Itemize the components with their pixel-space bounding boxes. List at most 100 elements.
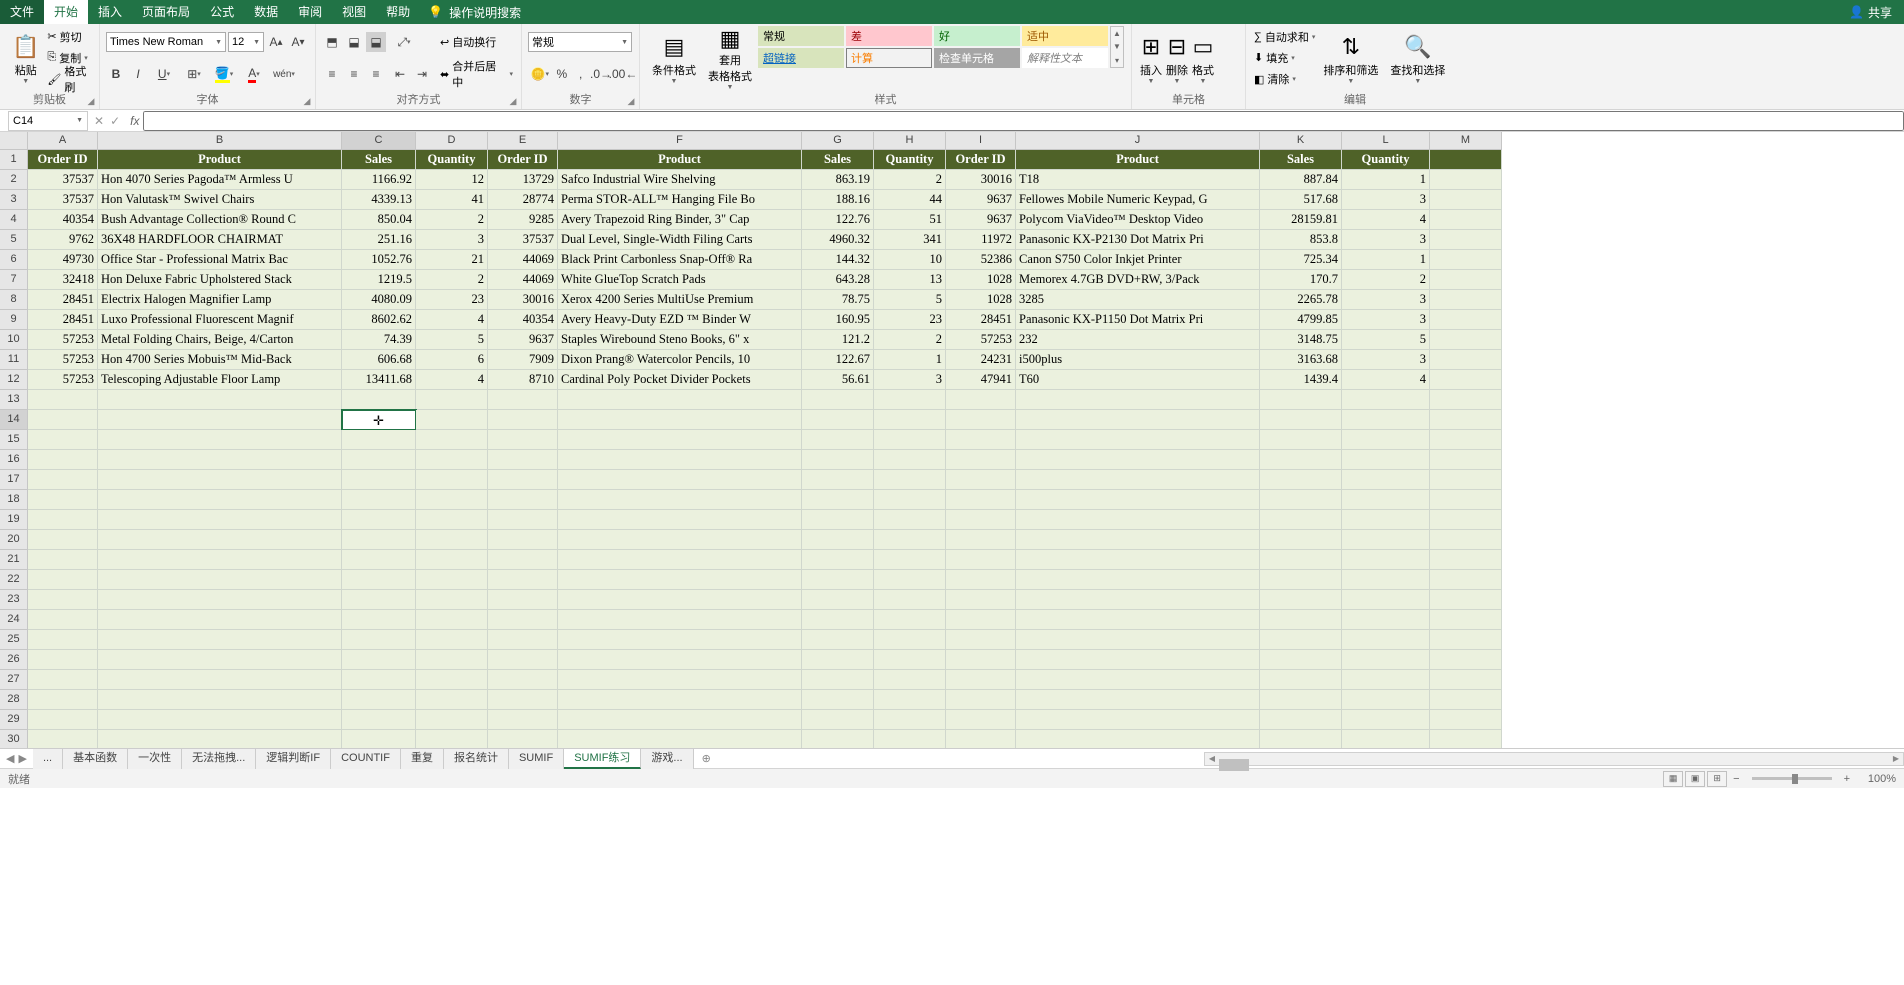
cell-L1[interactable]: Quantity [1342,150,1430,170]
cell-E17[interactable] [488,470,558,490]
cell-L23[interactable] [1342,590,1430,610]
cell-I6[interactable]: 52386 [946,250,1016,270]
cell-J11[interactable]: i500plus [1016,350,1260,370]
cell-K21[interactable] [1260,550,1342,570]
cell-C18[interactable] [342,490,416,510]
scroll-left-button[interactable]: ◀ [1205,754,1219,763]
cell-D1[interactable]: Quantity [416,150,488,170]
cell-E27[interactable] [488,670,558,690]
cut-button[interactable]: ✂剪切 [45,27,93,47]
cell-A17[interactable] [28,470,98,490]
cell-A28[interactable] [28,690,98,710]
cell-I1[interactable]: Order ID [946,150,1016,170]
cell-F5[interactable]: Dual Level, Single-Width Filing Carts [558,230,802,250]
cell-J29[interactable] [1016,710,1260,730]
zoom-out-button[interactable]: − [1729,773,1743,785]
cell-K8[interactable]: 2265.78 [1260,290,1342,310]
row-header-18[interactable]: 18 [0,490,28,510]
cell-L27[interactable] [1342,670,1430,690]
cell-B8[interactable]: Electrix Halogen Magnifier Lamp [98,290,342,310]
cell-B12[interactable]: Telescoping Adjustable Floor Lamp [98,370,342,390]
cell-L21[interactable] [1342,550,1430,570]
cell-G19[interactable] [802,510,874,530]
cell-B29[interactable] [98,710,342,730]
cell-J6[interactable]: Canon S750 Color Inkjet Printer [1016,250,1260,270]
cell-D22[interactable] [416,570,488,590]
cell-L11[interactable]: 3 [1342,350,1430,370]
cell-F10[interactable]: Staples Wirebound Steno Books, 6" x [558,330,802,350]
cell-K20[interactable] [1260,530,1342,550]
cell-M6[interactable] [1430,250,1502,270]
zoom-in-button[interactable]: + [1840,773,1854,785]
cell-H27[interactable] [874,670,946,690]
row-header-17[interactable]: 17 [0,470,28,490]
cell-K24[interactable] [1260,610,1342,630]
column-header-K[interactable]: K [1260,132,1342,150]
cell-H20[interactable] [874,530,946,550]
cell-D17[interactable] [416,470,488,490]
sheet-nav-next[interactable]: ▶ [18,752,26,765]
cell-D8[interactable]: 23 [416,290,488,310]
font-color-button[interactable]: A▾ [240,64,268,84]
cell-F22[interactable] [558,570,802,590]
cell-J26[interactable] [1016,650,1260,670]
cell-K6[interactable]: 725.34 [1260,250,1342,270]
cell-M24[interactable] [1430,610,1502,630]
cell-C27[interactable] [342,670,416,690]
cell-L12[interactable]: 4 [1342,370,1430,390]
menu-help[interactable]: 帮助 [376,0,420,24]
cell-J9[interactable]: Panasonic KX-P1150 Dot Matrix Pri [1016,310,1260,330]
cell-B11[interactable]: Hon 4700 Series Mobuis™ Mid-Back [98,350,342,370]
cell-J19[interactable] [1016,510,1260,530]
cell-B14[interactable] [98,410,342,430]
border-button[interactable]: ⊞▾ [180,64,208,84]
cell-H23[interactable] [874,590,946,610]
zoom-slider[interactable] [1752,777,1832,780]
clear-button[interactable]: ◧清除▾ [1252,69,1317,89]
row-header-6[interactable]: 6 [0,250,28,270]
row-header-27[interactable]: 27 [0,670,28,690]
row-header-11[interactable]: 11 [0,350,28,370]
align-top-button[interactable]: ⬒ [322,32,342,52]
cell-H15[interactable] [874,430,946,450]
share-button[interactable]: 👤 共享 [1837,4,1904,21]
cell-I30[interactable] [946,730,1016,748]
cell-C12[interactable]: 13411.68 [342,370,416,390]
cell-G3[interactable]: 188.16 [802,190,874,210]
row-header-23[interactable]: 23 [0,590,28,610]
row-header-29[interactable]: 29 [0,710,28,730]
cell-J16[interactable] [1016,450,1260,470]
cell-C11[interactable]: 606.68 [342,350,416,370]
cell-I10[interactable]: 57253 [946,330,1016,350]
cell-A3[interactable]: 37537 [28,190,98,210]
cell-J30[interactable] [1016,730,1260,748]
cell-J21[interactable] [1016,550,1260,570]
cell-H16[interactable] [874,450,946,470]
cell-B26[interactable] [98,650,342,670]
cell-A12[interactable]: 57253 [28,370,98,390]
cell-E11[interactable]: 7909 [488,350,558,370]
view-page-layout-button[interactable]: ▣ [1685,771,1705,787]
cell-F19[interactable] [558,510,802,530]
cell-F12[interactable]: Cardinal Poly Pocket Divider Pockets [558,370,802,390]
cell-C22[interactable] [342,570,416,590]
cell-C23[interactable] [342,590,416,610]
style-down-button[interactable]: ▼ [1111,40,1123,53]
cell-I29[interactable] [946,710,1016,730]
cell-A7[interactable]: 32418 [28,270,98,290]
style-good[interactable]: 好 [934,26,1020,46]
cell-A30[interactable] [28,730,98,748]
cell-G27[interactable] [802,670,874,690]
cell-K28[interactable] [1260,690,1342,710]
cell-I4[interactable]: 9637 [946,210,1016,230]
cell-J20[interactable] [1016,530,1260,550]
font-name-combo[interactable]: Times New Roman▼ [106,32,226,52]
cell-H29[interactable] [874,710,946,730]
cell-C16[interactable] [342,450,416,470]
cell-K19[interactable] [1260,510,1342,530]
cell-B4[interactable]: Bush Advantage Collection® Round C [98,210,342,230]
font-launcher[interactable]: ◢ [301,96,313,108]
cell-I24[interactable] [946,610,1016,630]
cell-L26[interactable] [1342,650,1430,670]
merge-center-button[interactable]: ⬌合并后居中▾ [438,64,515,84]
